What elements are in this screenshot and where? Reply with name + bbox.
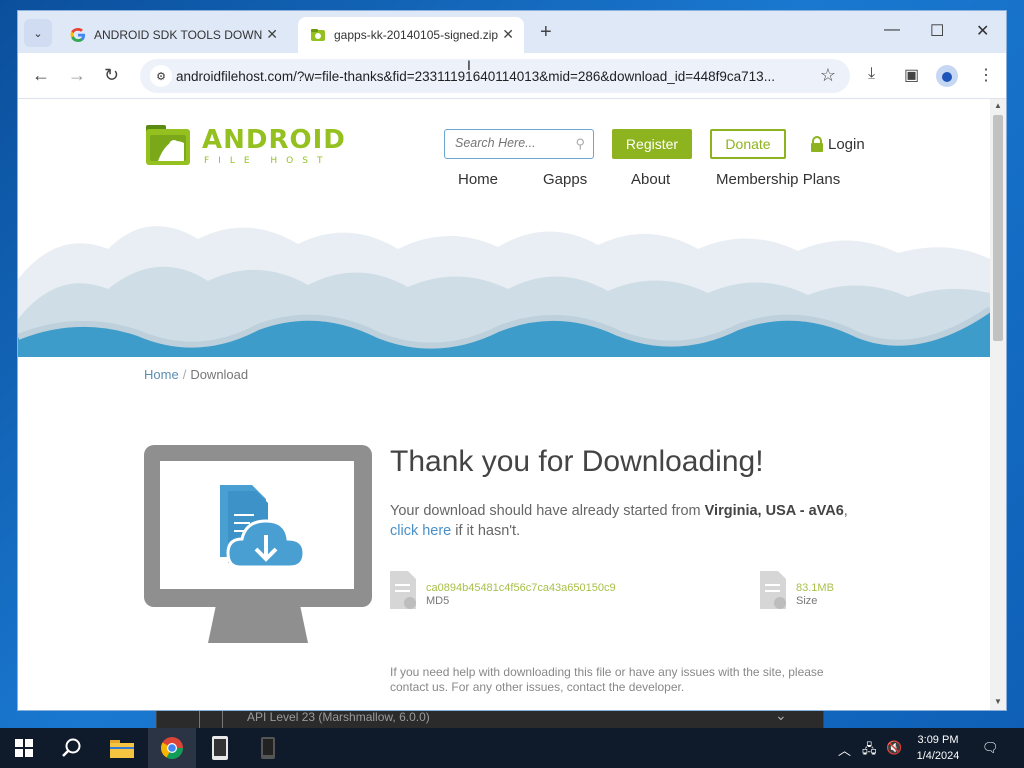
- site-search: ⚲: [444, 129, 594, 159]
- system-clock[interactable]: 3:09 PM 1/4/2024: [908, 732, 968, 764]
- side-panel-icon[interactable]: ▣: [904, 65, 919, 85]
- google-icon: [70, 28, 85, 42]
- address-bar[interactable]: ⚙ androidfilehost.com/?w=file-thanks&fid…: [140, 59, 850, 93]
- download-message: Your download should have already starte…: [390, 501, 850, 541]
- tab-android-sdk[interactable]: ANDROID SDK TOOLS DOWNLOAD ✕: [58, 17, 288, 53]
- close-window-button[interactable]: ✕: [976, 21, 989, 41]
- login-label: Login: [828, 135, 865, 153]
- breadcrumb-current: Download: [190, 367, 249, 382]
- taskbar: ︿ 🖧 🔇 3:09 PM 1/4/2024 🗨: [0, 728, 1024, 768]
- bookmark-star-icon[interactable]: ☆: [820, 65, 836, 86]
- start-button[interactable]: [0, 728, 48, 768]
- emulator-app-button[interactable]: [244, 728, 292, 768]
- browser-toolbar: ← → ↻ ⚙ androidfilehost.com/?w=file-than…: [18, 53, 1006, 99]
- nav-gapps[interactable]: Gapps: [543, 171, 587, 188]
- scroll-up-arrow-icon[interactable]: ▲: [994, 101, 1002, 110]
- show-hidden-icons-chevron-icon[interactable]: ︿: [838, 740, 851, 759]
- close-icon[interactable]: ✕: [502, 26, 514, 43]
- size-label: Size: [796, 595, 818, 607]
- click-here-link[interactable]: click here: [390, 523, 451, 539]
- breadcrumb-home[interactable]: Home: [144, 367, 179, 382]
- back-button[interactable]: ←: [32, 65, 50, 86]
- md5-label: MD5: [426, 595, 450, 607]
- menu-kebab-icon[interactable]: ⋮: [978, 65, 994, 85]
- donate-button[interactable]: Donate: [710, 129, 786, 159]
- scrollbar-thumb[interactable]: [993, 115, 1003, 341]
- lock-icon: [811, 136, 823, 152]
- chrome-icon: [161, 737, 183, 759]
- phone-app-button[interactable]: [196, 728, 244, 768]
- breadcrumb: Home / Download: [144, 367, 248, 382]
- clock-date: 1/4/2024: [916, 750, 960, 762]
- close-icon[interactable]: ✕: [266, 26, 278, 43]
- mobile-device-icon: [261, 737, 275, 759]
- cloud-wave-banner: [18, 209, 990, 357]
- login-link[interactable]: Login: [810, 129, 865, 159]
- api-level-label: API Level 23 (Marshmallow, 6.0.0): [247, 710, 430, 724]
- chevron-down-icon: ⌄: [33, 27, 43, 40]
- site-info-icon[interactable]: ⚙: [150, 65, 172, 87]
- forward-button[interactable]: →: [68, 65, 86, 86]
- windows-logo-icon: [15, 739, 33, 757]
- chrome-taskbar-button[interactable]: [148, 728, 196, 768]
- android-filehost-icon: [311, 29, 325, 41]
- search-button[interactable]: [48, 728, 96, 768]
- tab-gapps-download[interactable]: gapps-kk-20140105-signed.zip ✕: [298, 17, 524, 53]
- maximize-button[interactable]: ☐: [930, 21, 944, 41]
- message-prefix: Your download should have already starte…: [390, 503, 705, 519]
- clock-time: 3:09 PM: [917, 734, 959, 746]
- size-value: 83.1MB: [796, 582, 834, 594]
- scroll-down-arrow-icon[interactable]: ▼: [994, 697, 1002, 706]
- text-cursor-icon: I: [467, 57, 471, 73]
- logo-filehost-text: FILE HOST: [204, 156, 332, 166]
- volume-muted-icon[interactable]: 🔇: [886, 740, 902, 756]
- page-scrollbar[interactable]: ▲ ▼: [990, 99, 1006, 710]
- tab-search-button[interactable]: ⌄: [24, 19, 52, 47]
- message-comma: ,: [843, 503, 848, 519]
- mirror-location: Virginia, USA - aVA6: [704, 503, 844, 519]
- breadcrumb-separator: /: [182, 367, 187, 382]
- folder-icon: [110, 740, 134, 758]
- register-button[interactable]: Register: [612, 129, 692, 159]
- search-icon: [62, 738, 81, 757]
- new-tab-button[interactable]: +: [540, 21, 552, 44]
- file-size-icon: [760, 571, 786, 609]
- md5-value: ca0894b45481c4f56c7ca43a650150c9: [426, 582, 616, 594]
- nav-home[interactable]: Home: [458, 171, 498, 188]
- tab-label: gapps-kk-20140105-signed.zip: [334, 28, 499, 42]
- page-viewport: ANDROID FILE HOST ⚲ Register Donate Logi…: [18, 99, 1006, 710]
- help-text: If you need help with downloading this f…: [390, 665, 824, 694]
- notifications-icon[interactable]: 🗨: [982, 740, 999, 756]
- tab-strip: ⌄ ANDROID SDK TOOLS DOWNLOAD ✕ gapps-kk-…: [18, 11, 1006, 53]
- minimize-button[interactable]: —: [884, 21, 900, 39]
- folder-android-icon: [146, 125, 190, 165]
- message-suffix: if it hasn't.: [451, 523, 521, 539]
- network-icon[interactable]: 🖧: [862, 740, 877, 762]
- profile-avatar[interactable]: [936, 65, 958, 87]
- search-input[interactable]: [455, 136, 565, 150]
- page-title: Thank you for Downloading!: [390, 445, 764, 478]
- nav-membership-plans[interactable]: Membership Plans: [716, 171, 840, 188]
- downloads-icon[interactable]: ⤓: [868, 65, 875, 83]
- search-icon[interactable]: ⚲: [575, 136, 585, 152]
- site-logo[interactable]: ANDROID FILE HOST: [144, 121, 348, 171]
- file-explorer-button[interactable]: [98, 728, 146, 768]
- browser-window: ⌄ ANDROID SDK TOOLS DOWNLOAD ✕ gapps-kk-…: [17, 10, 1007, 711]
- phone-icon: [212, 736, 228, 760]
- monitor-download-illustration: [144, 445, 372, 643]
- nav-about[interactable]: About: [631, 171, 670, 188]
- file-md5-icon: [390, 571, 416, 609]
- tab-label: ANDROID SDK TOOLS DOWNLOAD: [94, 28, 262, 42]
- checkbox[interactable]: [199, 709, 223, 729]
- logo-android-text: ANDROID: [202, 125, 346, 155]
- url-text[interactable]: androidfilehost.com/?w=file-thanks&fid=2…: [176, 69, 812, 84]
- reload-button[interactable]: ↻: [104, 65, 119, 86]
